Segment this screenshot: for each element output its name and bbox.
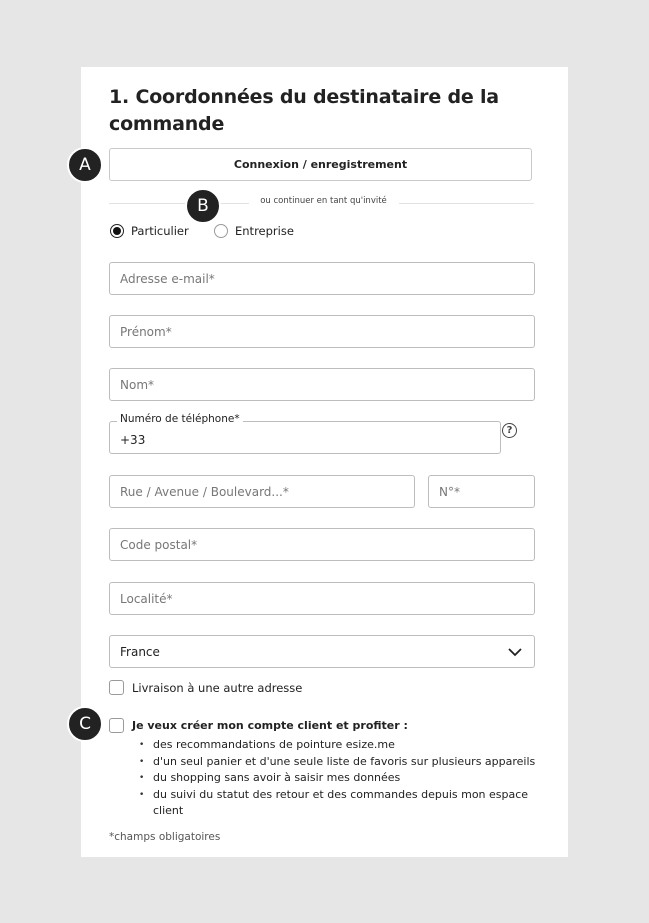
postal-code-field[interactable]: Code postal* — [109, 528, 535, 561]
divider-line-left — [109, 203, 249, 204]
radio-entreprise-unselected-icon[interactable] — [214, 224, 228, 238]
postal-code-placeholder: Code postal* — [120, 537, 198, 552]
guest-divider-text: ou continuer en tant qu'invité — [251, 196, 396, 206]
lastname-placeholder: Nom* — [120, 377, 155, 392]
city-placeholder: Localité* — [120, 591, 173, 606]
create-account-checkbox[interactable] — [109, 718, 124, 733]
country-select[interactable]: France — [109, 635, 535, 668]
radio-particulier[interactable]: Particulier — [110, 224, 189, 238]
email-placeholder: Adresse e-mail* — [120, 271, 215, 286]
phone-field[interactable]: +33 — [109, 421, 501, 454]
phone-label: Numéro de téléphone* — [117, 413, 243, 425]
create-account-option[interactable]: Je veux créer mon compte client et profi… — [109, 718, 408, 733]
firstname-field[interactable]: Prénom* — [109, 315, 535, 348]
benefit-item: d'un seul panier et d'une seule liste de… — [139, 754, 549, 771]
benefit-item: du shopping sans avoir à saisir mes donn… — [139, 770, 549, 787]
firstname-placeholder: Prénom* — [120, 324, 172, 339]
other-address-label: Livraison à une autre adresse — [132, 680, 303, 695]
page-title: 1. Coordonnées du destinataire de la com… — [109, 86, 499, 135]
annotation-marker-b: B — [185, 188, 221, 224]
phone-value: +33 — [120, 433, 146, 447]
house-number-field[interactable]: N°* — [428, 475, 535, 508]
city-field[interactable]: Localité* — [109, 582, 535, 615]
email-field[interactable]: Adresse e-mail* — [109, 262, 535, 295]
create-account-label: Je veux créer mon compte client et profi… — [132, 719, 408, 732]
help-icon[interactable]: ? — [502, 423, 517, 438]
house-number-placeholder: N°* — [439, 484, 460, 499]
radio-entreprise-label: Entreprise — [235, 224, 294, 238]
account-benefits-list: des recommandations de pointure esize.me… — [139, 737, 549, 820]
radio-particulier-selected-icon[interactable] — [110, 224, 124, 238]
benefit-item: des recommandations de pointure esize.me — [139, 737, 549, 754]
checkout-form-card: 1. Coordonnées du destinataire de la com… — [81, 67, 568, 857]
lastname-field[interactable]: Nom* — [109, 368, 535, 401]
benefit-item: du suivi du statut des retour et des com… — [139, 787, 549, 820]
street-field[interactable]: Rue / Avenue / Boulevard...* — [109, 475, 415, 508]
other-address-option[interactable]: Livraison à une autre adresse — [109, 680, 302, 695]
radio-particulier-label: Particulier — [131, 224, 189, 238]
street-placeholder: Rue / Avenue / Boulevard...* — [120, 484, 289, 499]
chevron-down-icon[interactable] — [508, 645, 522, 659]
divider-line-right — [399, 203, 534, 204]
country-value: France — [120, 644, 160, 659]
radio-entreprise[interactable]: Entreprise — [214, 224, 294, 238]
annotation-marker-c: C — [67, 706, 103, 742]
login-register-button[interactable]: Connexion / enregistrement — [109, 148, 532, 181]
other-address-checkbox[interactable] — [109, 680, 124, 695]
annotation-marker-a: A — [67, 147, 103, 183]
required-fields-note: *champs obligatoires — [109, 831, 221, 843]
